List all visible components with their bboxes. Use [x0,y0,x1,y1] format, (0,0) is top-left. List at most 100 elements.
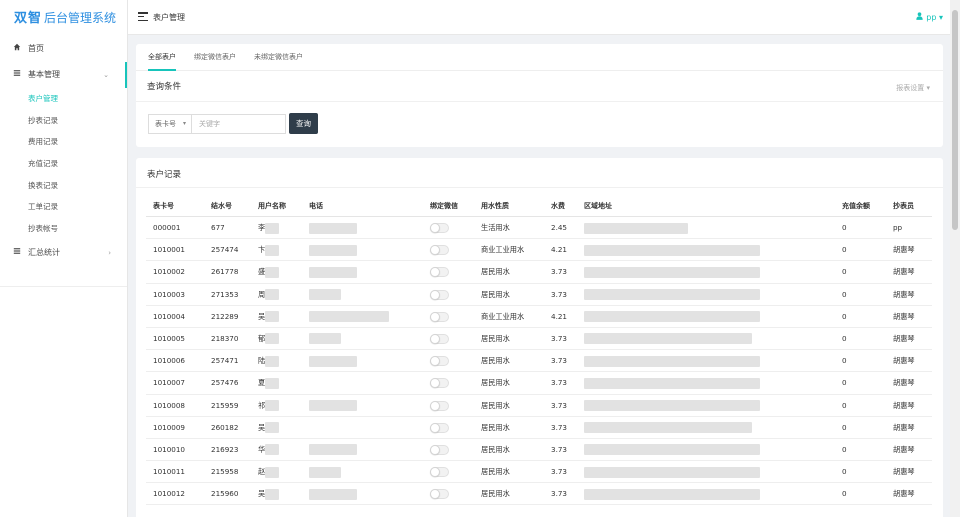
redacted-name [265,444,280,456]
table-row[interactable]: 1010003 271353 周 居民用水 3.73 0 胡惠琴 [146,284,932,306]
chevron-right-icon: › [108,248,111,257]
sidebar-subitem[interactable]: 充值记录 [0,153,127,175]
tab-wechat-bound[interactable]: 绑定微信表户 [194,44,236,71]
wechat-bind-toggle[interactable] [430,422,449,433]
meter-number: 215958 [211,467,239,477]
meter-number: 212289 [211,311,239,321]
sidebar-item-home[interactable]: 首页 [0,36,127,62]
column-header[interactable]: 充值余额 [842,196,870,216]
card-number: 1010010 [153,444,186,454]
water-type: 居民用水 [481,267,510,277]
table-row[interactable]: 1010004 212289 吴 商业工业用水 4.21 0 胡惠琴 [146,306,932,328]
sidebar-subitem[interactable]: 费用记录 [0,131,127,153]
tab-all-accounts[interactable]: 全部表户 [148,44,176,71]
meter-reader: 胡惠琴 [893,289,915,299]
column-header[interactable]: 区域地址 [584,196,612,216]
user-surname: 李 [258,223,266,232]
wechat-bind-toggle[interactable] [430,267,449,278]
wechat-bind-toggle[interactable] [430,444,449,455]
page-title: 表户管理 [153,13,185,22]
meter-number: 261778 [211,267,239,277]
user-menu[interactable]: pp ▾ [916,0,943,35]
wechat-bind-toggle[interactable] [430,378,449,389]
tab-wechat-unbound[interactable]: 未绑定微信表户 [254,44,303,71]
redacted-address [584,266,760,278]
column-header[interactable]: 结水号 [211,196,232,216]
redacted-name [265,400,280,411]
sidebar-menu: 首页 基本管理 ⌄ 表户管理 抄表记录 费用记录 充值记录 换表记录 工单记录 抄表帐号 汇… [0,36,127,266]
wechat-bind-toggle[interactable] [430,467,449,478]
wechat-bind-toggle[interactable] [430,223,449,233]
wechat-bind-toggle[interactable] [430,489,449,500]
wechat-bind-toggle[interactable] [430,356,449,367]
address-cell [584,217,688,238]
table-row[interactable]: 1010002 261778 盛 居民用水 3.73 0 胡惠琴 [146,261,932,284]
water-fee: 3.73 [551,467,568,477]
card-number: 1010009 [153,422,186,432]
table-row[interactable]: 1010012 215960 吴 居民用水 3.73 0 胡惠琴 [146,483,932,506]
user-name-cell: 周 [258,284,280,305]
table-row[interactable]: 1010005 218370 郁 居民用水 3.73 0 胡惠琴 [146,328,932,351]
wechat-bind-toggle[interactable] [430,333,449,344]
column-header[interactable]: 电话 [309,196,323,216]
user-surname: 吴 [258,422,266,432]
sidebar-subitem[interactable]: 工单记录 [0,196,127,218]
toggle-knob [430,400,440,411]
table-row[interactable]: 1010009 260182 吴 居民用水 3.73 0 胡惠琴 [146,417,932,439]
recharge-balance: 0 [842,223,847,232]
report-settings-button[interactable]: 报表设置 ▾ [896,83,930,93]
meter-reader: 胡惠琴 [893,400,915,410]
recharge-balance: 0 [842,267,847,277]
sidebar-item-basic[interactable]: 基本管理 ⌄ [0,62,127,88]
column-header[interactable]: 绑定微信 [430,196,458,216]
wechat-bind-toggle[interactable] [430,311,449,322]
user-surname: 华 [258,444,266,454]
column-header[interactable]: 表卡号 [153,196,174,216]
table-row[interactable]: 1010006 257471 陆 居民用水 3.73 0 胡惠琴 [146,350,932,373]
table-row[interactable]: 1010007 257476 夏 居民用水 3.73 0 胡惠琴 [146,372,932,395]
meter-reader: 胡惠琴 [893,333,915,343]
wechat-bind-toggle[interactable] [430,289,449,300]
meter-reader: 胡惠琴 [893,245,915,255]
water-fee: 4.21 [551,311,568,321]
redacted-name [265,377,280,389]
app-logo[interactable]: 双智 后台管理系统 [0,0,127,36]
user-surname: 陆 [258,356,266,366]
water-type: 生活用水 [481,223,510,232]
sidebar-item-stats[interactable]: 汇总统计 › [0,240,127,266]
sidebar-subitem[interactable]: 换表记录 [0,175,127,197]
search-input[interactable] [192,114,286,134]
water-type: 居民用水 [481,356,510,366]
redacted-phone [309,488,357,500]
sidebar-subitem[interactable]: 抄表记录 [0,110,127,132]
home-icon [12,36,22,62]
wechat-bind-toggle[interactable] [430,245,449,256]
card-number: 1010008 [153,400,186,410]
phone-cell [309,395,357,416]
query-button[interactable]: 查询 [289,113,318,134]
column-header[interactable]: 用水性质 [481,196,509,216]
redacted-phone [309,311,389,323]
water-type: 居民用水 [481,444,510,454]
redacted-address [584,311,760,323]
table-row[interactable]: 1010001 257474 卞 商业工业用水 4.21 0 胡惠琴 [146,239,932,262]
column-header[interactable]: 抄表员 [893,196,914,216]
column-header[interactable]: 水费 [551,196,565,216]
user-name-cell: 郁 [258,328,280,349]
column-header[interactable]: 用户名称 [258,196,286,216]
sidebar-subitem[interactable]: 表户管理 [0,88,127,110]
water-type: 商业工业用水 [481,245,525,255]
sidebar: 双智 后台管理系统 首页 基本管理 ⌄ 表户管理 抄表记录 费用记录 充值记录 换表记录工… [0,0,128,517]
table-row[interactable]: 1010008 215959 祁 居民用水 3.73 0 胡惠琴 [146,395,932,417]
table-row[interactable]: 1010011 215958 赵 居民用水 3.73 0 胡惠琴 [146,461,932,484]
meter-number: 257471 [211,356,239,366]
table-row[interactable]: 1010010 216923 华 居民用水 3.73 0 胡惠琴 [146,439,932,462]
sidebar-subitem[interactable]: 抄表帐号 [0,218,127,240]
menu-toggle-icon[interactable] [138,12,148,22]
redacted-name [265,422,280,434]
recharge-balance: 0 [842,356,847,366]
search-field-select[interactable]: 表卡号 ▾ [148,114,192,134]
scrollbar-thumb[interactable] [952,10,958,230]
table-row[interactable]: 000001 677 李 生活用水 2.45 0 pp [146,217,932,240]
wechat-bind-toggle[interactable] [430,400,449,411]
